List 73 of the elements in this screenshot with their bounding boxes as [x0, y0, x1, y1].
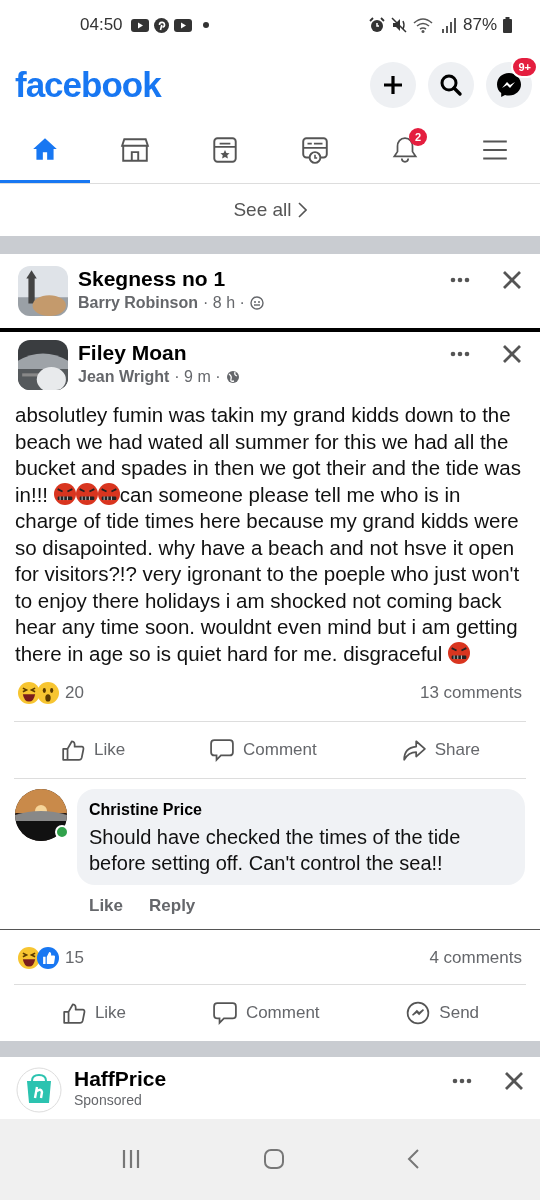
comment-action-link[interactable]: Reply: [149, 893, 196, 919]
dot-icon: [202, 22, 209, 28]
wow-reaction-icon: [37, 682, 59, 704]
angry-emoji-icon: [448, 641, 470, 664]
reaction-count[interactable]: 15: [65, 944, 84, 971]
battery-level: 87%: [462, 14, 497, 37]
angry-emoji-icon: [53, 482, 76, 505]
signal-icon: [440, 17, 457, 33]
search-icon: [439, 73, 463, 97]
share-icon: [400, 738, 427, 762]
smiley-icon: [249, 296, 264, 310]
send-button[interactable]: Send: [405, 999, 480, 1026]
angry-emoji-icon: [75, 482, 98, 505]
like-icon: [59, 738, 86, 762]
group-name[interactable]: Filey Moan: [78, 340, 438, 366]
alarm-icon: [368, 17, 385, 33]
create-button[interactable]: [370, 62, 416, 108]
author-name[interactable]: Jean Wright: [78, 366, 170, 388]
close-icon[interactable]: [502, 270, 522, 290]
like-button[interactable]: Like: [60, 999, 127, 1026]
like-reaction-icon: [37, 946, 59, 969]
comment-button[interactable]: Comment: [209, 737, 317, 763]
comment-count[interactable]: 4 comments: [429, 944, 522, 971]
notifications-tab[interactable]: 2: [360, 120, 450, 183]
share-button[interactable]: Share: [400, 737, 480, 763]
send-icon: [405, 1000, 432, 1025]
notification-badge: 2: [409, 128, 427, 146]
comment-button[interactable]: Comment: [211, 999, 320, 1026]
close-icon[interactable]: [504, 1070, 524, 1091]
chevron-right-icon: [297, 202, 307, 218]
commenter-name[interactable]: Christine Price: [89, 798, 513, 822]
battery-icon: [503, 17, 512, 33]
chat-bubble-icon: [495, 71, 523, 99]
plus-icon: [382, 74, 404, 96]
comment-count[interactable]: 13 comments: [419, 680, 522, 706]
video-app-icon: [130, 18, 149, 32]
pages-icon: [210, 135, 240, 165]
see-all-link[interactable]: See all: [233, 195, 307, 225]
page-name[interactable]: HaffPrice: [74, 1066, 438, 1091]
close-icon[interactable]: [502, 344, 522, 364]
home-icon[interactable]: [263, 1148, 285, 1171]
like-icon: [60, 1000, 87, 1025]
post-text: absolutley fumin was takin my grand kidds down to the beach we had wated all summer for this we had all the bucket and spades in then we got their and the tide was in!!! can someone please tell me who is in charge of tide times here because my grand kidds were so disapointed. why have a beach and not hsve it open for visitors?!? very igronant to the poeple who just won't to enjoy there holidays i am shocked not coming back hear any time soon. wouldnt even mind but i am getting there in age so is quiet hard for me. disgraceful: [14, 402, 522, 667]
more-icon: [452, 1077, 472, 1084]
pin-app-icon: [153, 17, 169, 33]
author-name[interactable]: Barry Robinson: [78, 292, 198, 314]
haha-reaction-icon: [18, 682, 40, 704]
comment-icon: [211, 1000, 238, 1025]
haha-reaction-icon: [18, 946, 40, 969]
more-icon: [450, 351, 470, 357]
globe-icon: [225, 370, 240, 384]
message-count-badge: 9+: [511, 56, 538, 78]
more-icon: [450, 277, 470, 283]
marketplace-icon: [120, 135, 150, 165]
post-time: · 8 h ·: [203, 293, 245, 313]
comment-action-link[interactable]: Like: [89, 893, 124, 919]
post-time: · 9 m ·: [174, 367, 221, 387]
mute-icon: [390, 17, 407, 33]
reaction-count[interactable]: 20: [65, 680, 84, 706]
angry-emoji-icon: [97, 482, 120, 505]
like-button[interactable]: Like: [59, 737, 126, 763]
notifications-icon: [390, 135, 420, 165]
group-name[interactable]: Skegness no 1: [78, 266, 438, 292]
memories-icon: [300, 135, 330, 165]
clock-time: 04:50: [80, 14, 123, 37]
facebook-logo[interactable]: facebook: [15, 58, 161, 112]
back-icon[interactable]: [405, 1148, 420, 1171]
sponsored-label: Sponsored: [74, 1090, 143, 1109]
comment-text: Should have checked the times of the tide before setting off. Can't control the sea!!: [89, 825, 462, 876]
wifi-icon: [412, 17, 435, 33]
search-button[interactable]: [428, 62, 474, 108]
video-app-icon: [173, 18, 192, 32]
comment-icon: [209, 738, 236, 762]
